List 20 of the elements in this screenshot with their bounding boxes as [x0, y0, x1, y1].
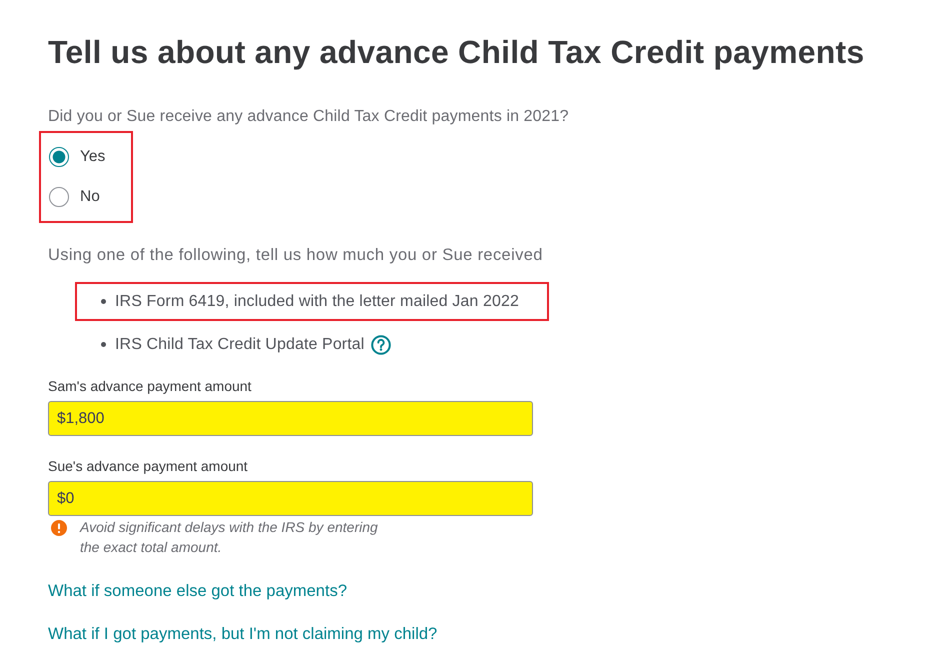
instruction-text: Using one of the following, tell us how much you or Sue received [48, 245, 543, 265]
list-item-text: IRS Child Tax Credit Update Portal [115, 335, 364, 355]
amount-field[interactable]: $1,800 [48, 401, 533, 436]
bullet-icon [101, 299, 106, 304]
help-link[interactable]: What if someone else got the payments? [48, 581, 347, 601]
radio-option[interactable]: Yes [49, 145, 106, 169]
radio-button[interactable] [49, 187, 69, 207]
bullet-icon [101, 342, 106, 347]
list-item-text: IRS Form 6419, included with the letter mailed Jan 2022 [115, 292, 519, 312]
radio-option[interactable]: No [49, 185, 106, 209]
help-link[interactable]: What if I got payments, but I'm not claiming my child? [48, 624, 438, 644]
page-heading: Tell us about any advance Child Tax Credit payments [48, 33, 864, 72]
warning-text: Avoid significant delays with the IRS by entering the exact total amount. [80, 518, 379, 557]
question-text: Did you or Sue receive any advance Child Tax Credit payments in 2021? [48, 107, 569, 127]
radio-button[interactable] [49, 147, 69, 167]
field-label: Sam's advance payment amount [48, 377, 252, 395]
amount-field[interactable]: $0 [48, 481, 533, 516]
help-icon[interactable] [371, 334, 392, 354]
warning-icon [51, 520, 67, 536]
field-label: Sue's advance payment amount [48, 457, 248, 475]
